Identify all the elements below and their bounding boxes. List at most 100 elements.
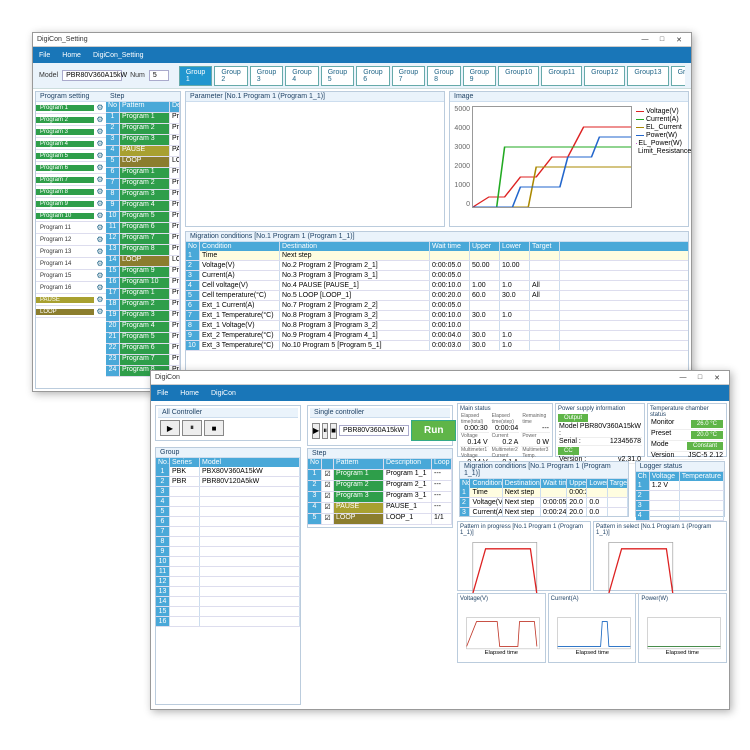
step-row[interactable]: 18Program 2Program 2_3 bbox=[106, 300, 180, 311]
program-row[interactable]: Program 14⚙ bbox=[36, 258, 106, 270]
minimize-button[interactable]: — bbox=[637, 34, 653, 46]
menu-file[interactable]: File bbox=[157, 390, 168, 397]
step-row[interactable]: 7Program 2Program 2_2 bbox=[106, 179, 180, 190]
step-row[interactable]: 3Program 3Program 3_1 bbox=[106, 135, 180, 146]
step-row[interactable]: 21Program 5Program 5_2 bbox=[106, 333, 180, 344]
step-row[interactable]: 5☑LOOPLOOP_11/1 bbox=[308, 514, 452, 525]
stop-button[interactable]: ■ bbox=[204, 420, 224, 436]
menu-digicon[interactable]: DigiCon bbox=[211, 390, 236, 397]
program-row[interactable]: Program 6⚙ bbox=[36, 162, 106, 174]
gear-icon[interactable]: ⚙ bbox=[94, 127, 106, 136]
group-tab[interactable]: Group 1 bbox=[179, 66, 212, 86]
gear-icon[interactable]: ⚙ bbox=[94, 235, 106, 244]
group-tab[interactable]: Group 7 bbox=[392, 66, 425, 86]
program-row[interactable]: Program 1⚙ bbox=[36, 102, 106, 114]
group-tab[interactable]: Group 2 bbox=[214, 66, 247, 86]
gear-icon[interactable]: ⚙ bbox=[94, 307, 106, 316]
group-tab[interactable]: Group 4 bbox=[285, 66, 318, 86]
group-tab[interactable]: Group 9 bbox=[463, 66, 496, 86]
program-row[interactable]: Program 13⚙ bbox=[36, 246, 106, 258]
gear-icon[interactable]: ⚙ bbox=[94, 187, 106, 196]
gear-icon[interactable]: ⚙ bbox=[94, 259, 106, 268]
group-tab[interactable]: Group10 bbox=[498, 66, 539, 86]
program-row[interactable]: PAUSE⚙ bbox=[36, 294, 106, 306]
gear-icon[interactable]: ⚙ bbox=[94, 295, 106, 304]
group-tab[interactable]: Group 8 bbox=[427, 66, 460, 86]
migration-row[interactable]: 8Ext_1 Voltage(V)No.8 Program 3 [Program… bbox=[186, 321, 688, 331]
program-row[interactable]: Program 7⚙ bbox=[36, 174, 106, 186]
step-row[interactable]: 1Program 1Program 1_1 bbox=[106, 113, 180, 124]
run-button[interactable]: Run bbox=[411, 420, 456, 441]
gear-icon[interactable]: ⚙ bbox=[94, 223, 106, 232]
program-row[interactable]: Program 10⚙ bbox=[36, 210, 106, 222]
gear-icon[interactable]: ⚙ bbox=[94, 115, 106, 124]
migration-row[interactable]: 4Cell voltage(V)No.4 PAUSE [PAUSE_1]0:00… bbox=[186, 281, 688, 291]
migration-row[interactable]: 3Current(A)Next step0:00:24.020.00.0 bbox=[460, 508, 628, 517]
step-row[interactable]: 8Program 3Program 3_2 bbox=[106, 190, 180, 201]
group-tab[interactable]: Group13 bbox=[627, 66, 668, 86]
play-button[interactable]: ▶ bbox=[312, 423, 320, 439]
gear-icon[interactable]: ⚙ bbox=[94, 103, 106, 112]
group-tab[interactable]: Group 6 bbox=[356, 66, 389, 86]
program-row[interactable]: Program 11⚙ bbox=[36, 222, 106, 234]
migration-row[interactable]: 2Voltage(V)Next step0:00:05.020.00.0 bbox=[460, 498, 628, 508]
step-row[interactable]: 15Program 9Program 9_1 bbox=[106, 267, 180, 278]
step-row[interactable]: 11Program 6Program 6_1 bbox=[106, 223, 180, 234]
step-row[interactable]: 23Program 7Program 7_2 bbox=[106, 355, 180, 366]
step-row[interactable]: 2☑Program 2Program 2_1--- bbox=[308, 481, 452, 492]
program-row[interactable]: LOOP⚙ bbox=[36, 306, 106, 318]
group-tab[interactable]: Group 5 bbox=[321, 66, 354, 86]
gear-icon[interactable]: ⚙ bbox=[94, 151, 106, 160]
maximize-button[interactable]: □ bbox=[692, 372, 708, 384]
gear-icon[interactable]: ⚙ bbox=[94, 163, 106, 172]
step-row[interactable]: 13Program 8Program 8_1 bbox=[106, 245, 180, 256]
program-row[interactable]: Program 4⚙ bbox=[36, 138, 106, 150]
play-button[interactable]: ▶ bbox=[160, 420, 180, 436]
close-button[interactable]: ✕ bbox=[671, 34, 687, 46]
pause-button[interactable]: ⏸ bbox=[322, 423, 328, 439]
group-tab[interactable]: Group14 bbox=[671, 66, 685, 86]
step-row[interactable]: 6Program 1Program 1_2 bbox=[106, 168, 180, 179]
step-row[interactable]: 2Program 2Program 2_1 bbox=[106, 124, 180, 135]
maximize-button[interactable]: □ bbox=[654, 34, 670, 46]
program-row[interactable]: Program 9⚙ bbox=[36, 198, 106, 210]
step-row[interactable]: 3☑Program 3Program 3_1--- bbox=[308, 492, 452, 503]
migration-row[interactable]: 3Current(A)No.3 Program 3 [Program 3_1]0… bbox=[186, 271, 688, 281]
num-field[interactable]: 5 bbox=[149, 70, 169, 81]
program-row[interactable]: Program 12⚙ bbox=[36, 234, 106, 246]
menu-file[interactable]: File bbox=[39, 52, 50, 59]
migration-row[interactable]: 1TimeNext step0:00:20.0 bbox=[460, 488, 628, 498]
program-row[interactable]: Program 8⚙ bbox=[36, 186, 106, 198]
group-tab[interactable]: Group 3 bbox=[250, 66, 283, 86]
migration-row[interactable]: 7Ext_1 Temperature(°C)No.8 Program 3 [Pr… bbox=[186, 311, 688, 321]
migration-row[interactable]: 6Ext_1 Current(A)No.7 Program 2 [Program… bbox=[186, 301, 688, 311]
migration-row[interactable]: 1TimeNext step bbox=[186, 251, 688, 261]
migration-row[interactable]: 9Ext_2 Temperature(°C)No.9 Program 4 [Pr… bbox=[186, 331, 688, 341]
step-row[interactable]: 10Program 5Program 5_1 bbox=[106, 212, 180, 223]
migration-row[interactable]: 5Cell temperature(°C)No.5 LOOP [LOOP_1]0… bbox=[186, 291, 688, 301]
menu-home[interactable]: Home bbox=[62, 52, 81, 59]
step-row[interactable]: 4PAUSEPAUSE_1 bbox=[106, 146, 180, 157]
gear-icon[interactable]: ⚙ bbox=[94, 283, 106, 292]
gear-icon[interactable]: ⚙ bbox=[94, 247, 106, 256]
step-row[interactable]: 19Program 3Program 3_3 bbox=[106, 311, 180, 322]
step-row[interactable]: 1☑Program 1Program 1_1--- bbox=[308, 470, 452, 481]
step-row[interactable]: 4☑PAUSEPAUSE_1--- bbox=[308, 503, 452, 514]
step-row[interactable]: 22Program 6Program 6_2 bbox=[106, 344, 180, 355]
minimize-button[interactable]: — bbox=[675, 372, 691, 384]
gear-icon[interactable]: ⚙ bbox=[94, 139, 106, 148]
menu-digicon-setting[interactable]: DigiCon_Setting bbox=[93, 52, 144, 59]
group-tab[interactable]: Group11 bbox=[541, 66, 582, 86]
migration-row[interactable]: 2Voltage(V)No.2 Program 2 [Program 2_1]0… bbox=[186, 261, 688, 271]
step-row[interactable]: 14LOOPLOOP_2 bbox=[106, 256, 180, 267]
group-row[interactable]: 1PBKPBX80V360A15kW bbox=[156, 467, 300, 477]
pause-button[interactable]: ⏸ bbox=[182, 420, 202, 436]
close-button[interactable]: ✕ bbox=[709, 372, 725, 384]
gear-icon[interactable]: ⚙ bbox=[94, 211, 106, 220]
step-row[interactable]: 17Program 1Program 1_3 bbox=[106, 289, 180, 300]
program-row[interactable]: Program 5⚙ bbox=[36, 150, 106, 162]
group-row[interactable]: 2PBRPBR80V120A5kW bbox=[156, 477, 300, 487]
step-row[interactable]: 16Program 10Program 10_1 bbox=[106, 278, 180, 289]
gear-icon[interactable]: ⚙ bbox=[94, 175, 106, 184]
step-row[interactable]: 20Program 4Program 4_2 bbox=[106, 322, 180, 333]
